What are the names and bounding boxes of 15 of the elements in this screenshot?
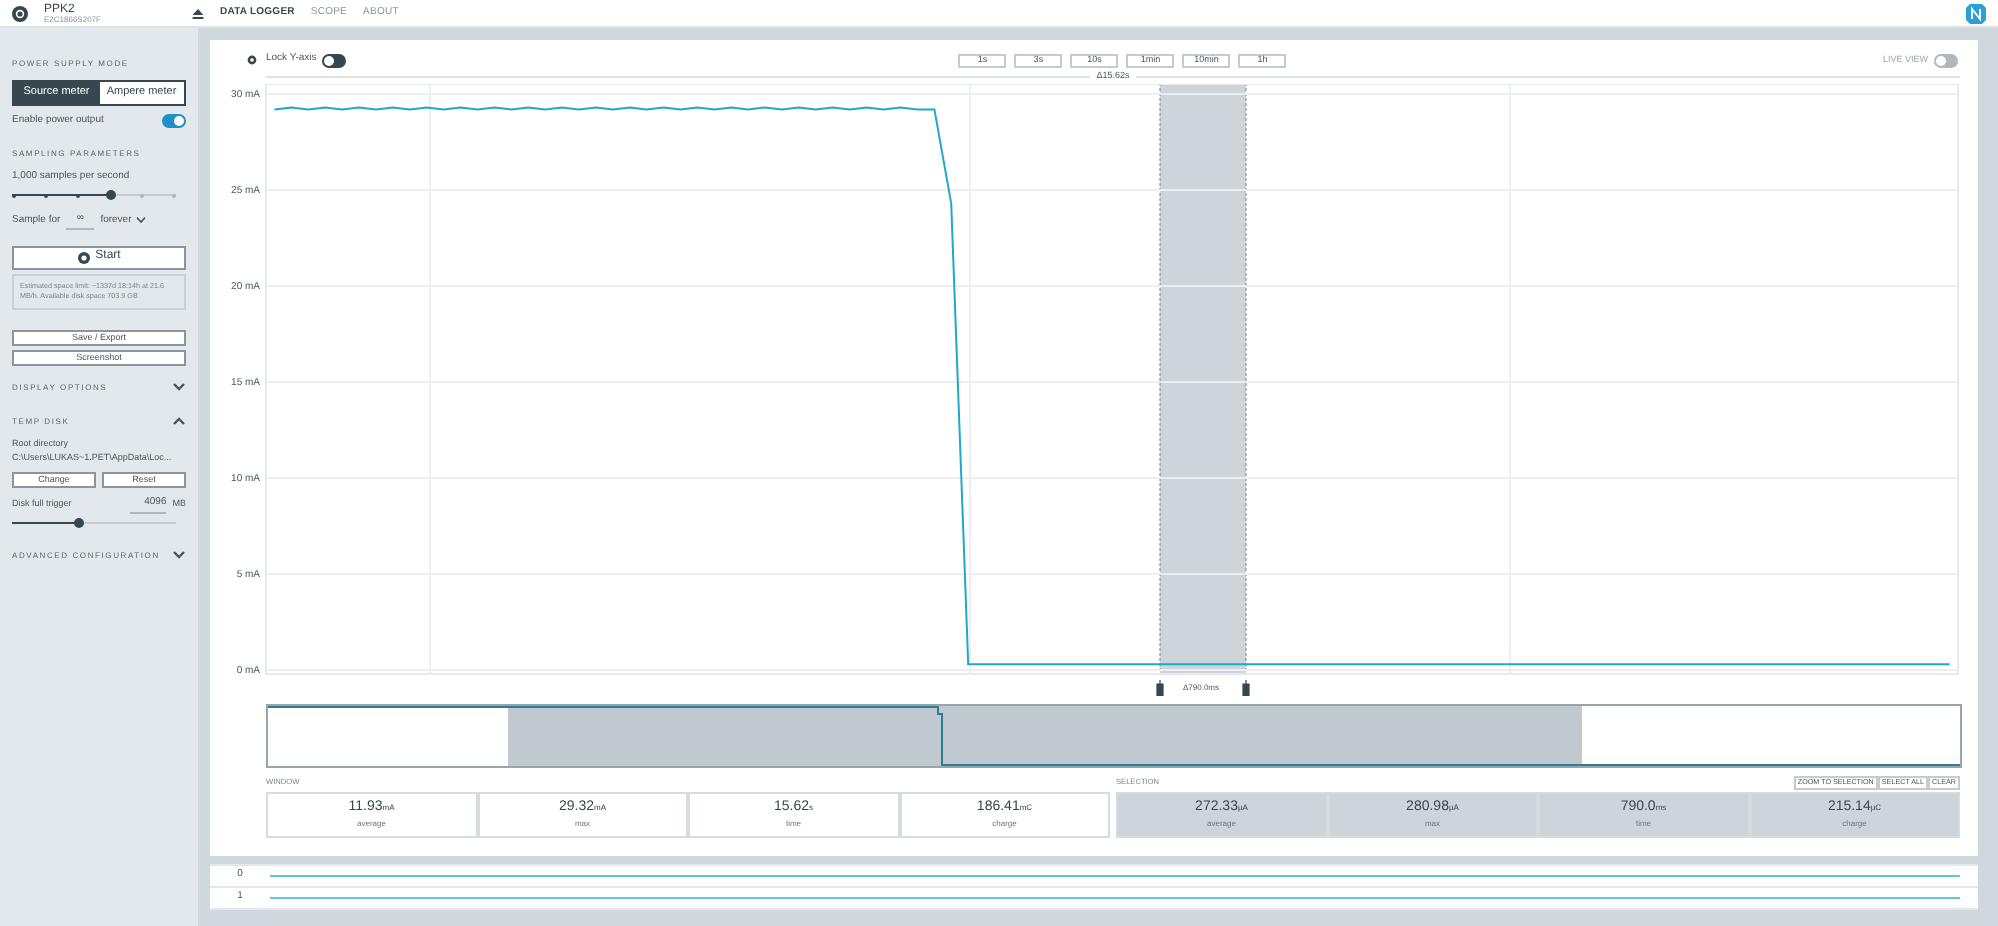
handle-icon[interactable] [1242,680,1250,696]
chevron-up-icon[interactable] [172,416,186,426]
lock-y-axis-toggle[interactable] [322,53,347,67]
eject-icon [192,7,204,19]
chevron-down-icon[interactable] [172,550,186,560]
caret-icon [135,216,146,225]
handle-icon[interactable] [1156,680,1164,696]
chevron-down-icon[interactable] [172,382,186,392]
live-view-toggle[interactable] [1934,53,1958,67]
power-icon [12,5,28,21]
power-output-toggle[interactable] [162,114,186,129]
slider[interactable] [12,188,176,202]
settings-icon [246,54,258,66]
record-icon [77,251,90,263]
slider[interactable] [12,515,176,529]
